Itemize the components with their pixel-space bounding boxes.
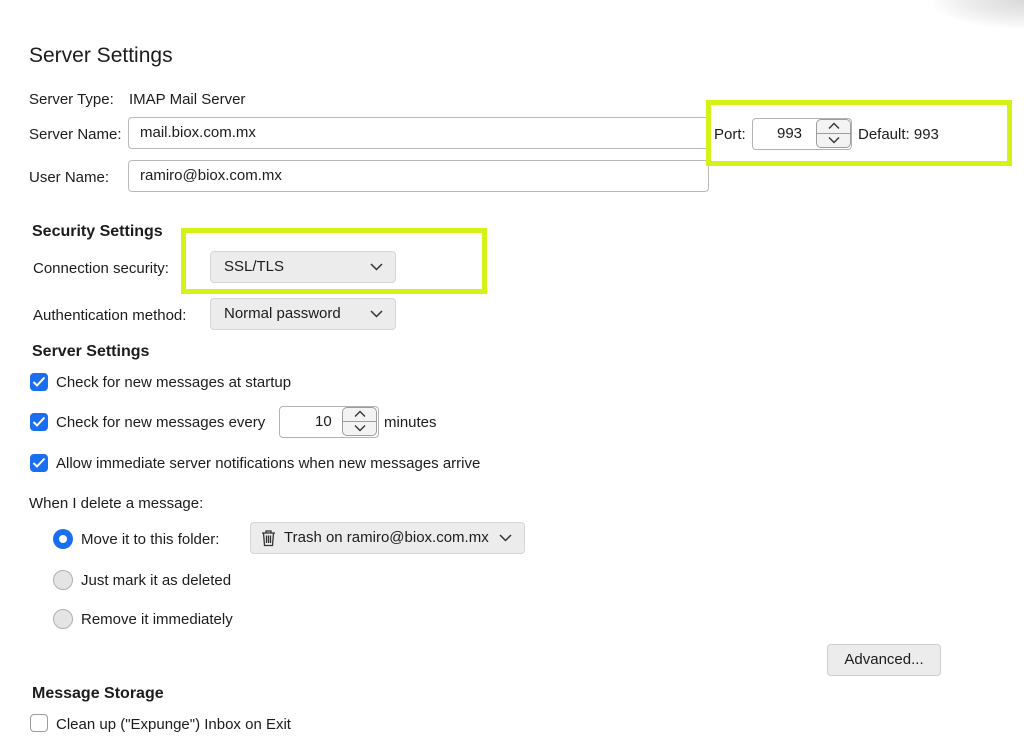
notifications-checkbox[interactable] bbox=[30, 454, 48, 472]
authentication-method-select[interactable]: Normal password bbox=[210, 298, 396, 330]
authentication-method-value: Normal password bbox=[224, 305, 341, 322]
mark-deleted-radio[interactable] bbox=[53, 570, 73, 590]
server-settings-heading: Server Settings bbox=[32, 343, 150, 360]
connection-security-label: Connection security: bbox=[33, 260, 169, 277]
move-to-folder-radio[interactable] bbox=[53, 529, 73, 549]
chevron-down-icon bbox=[354, 425, 365, 432]
chevron-up-icon bbox=[354, 410, 365, 418]
move-to-folder-label: Move it to this folder: bbox=[81, 531, 220, 548]
server-type-label: Server Type: bbox=[29, 91, 114, 108]
checkmark-icon bbox=[32, 376, 46, 387]
minutes-label: minutes bbox=[384, 414, 437, 431]
check-every-label: Check for new messages every bbox=[56, 414, 266, 431]
advanced-button[interactable]: Advanced... bbox=[827, 644, 941, 676]
expunge-label: Clean up ("Expunge") Inbox on Exit bbox=[56, 716, 291, 733]
trash-folder-select[interactable]: Trash on ramiro@biox.com.mx bbox=[250, 522, 525, 554]
user-name-field[interactable]: ramiro@biox.com.mx bbox=[128, 160, 709, 192]
check-every-checkbox[interactable] bbox=[30, 413, 48, 431]
server-type-value: IMAP Mail Server bbox=[129, 91, 246, 108]
message-storage-heading: Message Storage bbox=[32, 685, 164, 702]
interval-increment-button[interactable] bbox=[343, 408, 376, 422]
connection-security-highlight-box bbox=[181, 228, 487, 294]
security-settings-heading: Security Settings bbox=[32, 223, 163, 240]
chevron-down-icon bbox=[370, 310, 383, 318]
chevron-down-icon bbox=[499, 534, 512, 542]
expunge-checkbox[interactable] bbox=[30, 714, 48, 732]
checkmark-icon bbox=[32, 416, 46, 427]
checkmark-icon bbox=[32, 457, 46, 468]
server-name-field[interactable]: mail.biox.com.mx bbox=[128, 117, 709, 149]
mark-deleted-label: Just mark it as deleted bbox=[81, 572, 232, 589]
port-highlight-box bbox=[706, 100, 1012, 166]
notifications-label: Allow immediate server notifications whe… bbox=[56, 455, 481, 472]
authentication-method-label: Authentication method: bbox=[33, 307, 187, 324]
window-corner-shadow bbox=[934, 0, 1024, 28]
user-name-label: User Name: bbox=[29, 169, 110, 186]
server-name-label: Server Name: bbox=[29, 126, 122, 143]
check-startup-checkbox[interactable] bbox=[30, 373, 48, 391]
check-startup-label: Check for new messages at startup bbox=[56, 374, 292, 391]
interval-decrement-button[interactable] bbox=[343, 422, 376, 436]
remove-immediately-label: Remove it immediately bbox=[81, 611, 233, 628]
trash-icon bbox=[262, 530, 275, 547]
delete-message-label: When I delete a message: bbox=[29, 495, 204, 512]
remove-immediately-radio[interactable] bbox=[53, 609, 73, 629]
trash-folder-value: Trash on ramiro@biox.com.mx bbox=[284, 529, 489, 546]
check-interval-stepper[interactable] bbox=[342, 407, 377, 436]
page-title: Server Settings bbox=[29, 44, 173, 67]
